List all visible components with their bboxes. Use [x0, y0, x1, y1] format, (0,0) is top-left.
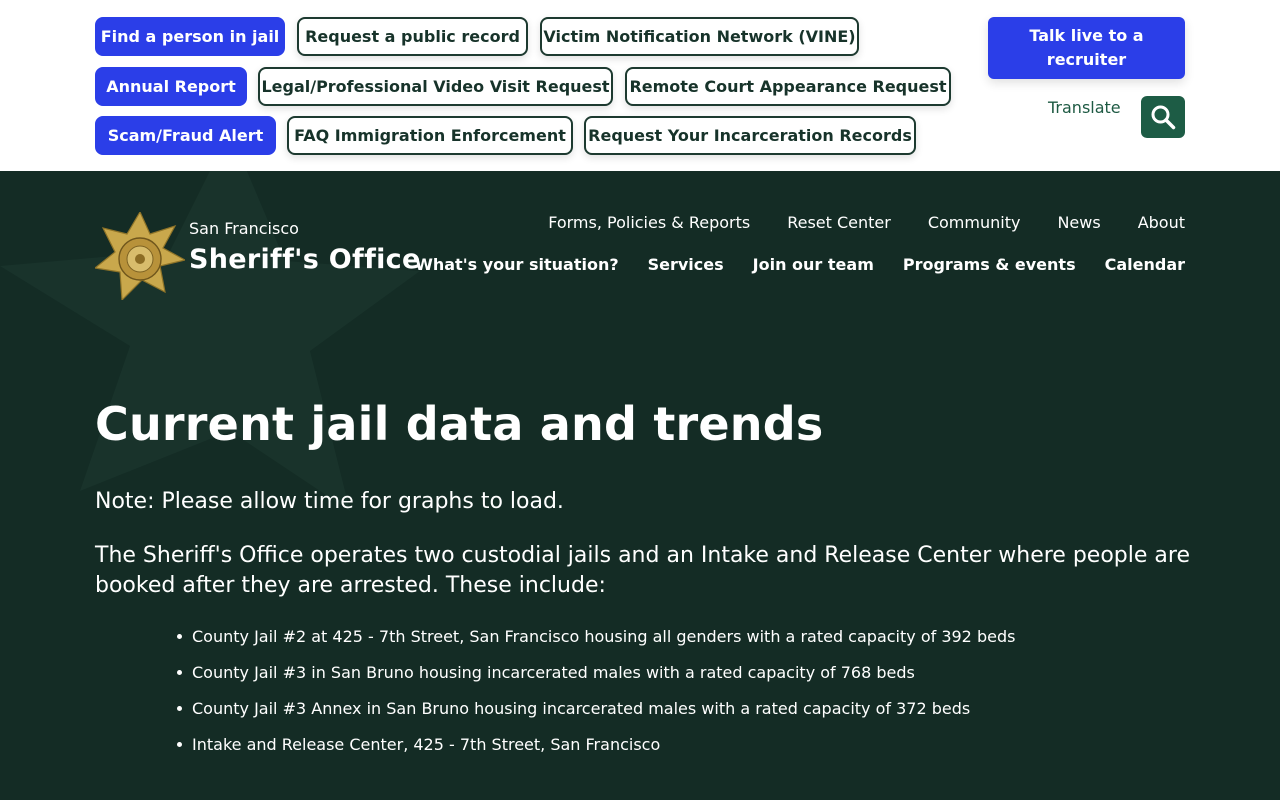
- nav-reset-center[interactable]: Reset Center: [787, 213, 891, 232]
- secondary-nav: Forms, Policies & Reports Reset Center C…: [548, 213, 1185, 232]
- nav-news[interactable]: News: [1057, 213, 1100, 232]
- primary-nav: What's your situation? Services Join our…: [415, 255, 1185, 274]
- facility-list: County Jail #2 at 425 - 7th Street, San …: [176, 627, 1015, 771]
- remote-court-appearance-button[interactable]: Remote Court Appearance Request: [625, 67, 951, 106]
- search-icon: [1151, 105, 1176, 130]
- org-name[interactable]: Sheriff's Office: [189, 244, 421, 275]
- nav-whats-your-situation[interactable]: What's your situation?: [415, 255, 618, 274]
- nav-join-our-team[interactable]: Join our team: [753, 255, 874, 274]
- list-item: County Jail #2 at 425 - 7th Street, San …: [176, 627, 1015, 663]
- vine-button[interactable]: Victim Notification Network (VINE): [540, 17, 859, 56]
- video-visit-request-button[interactable]: Legal/Professional Video Visit Request: [258, 67, 613, 106]
- nav-calendar[interactable]: Calendar: [1105, 255, 1185, 274]
- annual-report-button[interactable]: Annual Report: [95, 67, 247, 106]
- translate-link[interactable]: Translate: [1048, 98, 1121, 117]
- utility-bar: Find a person in jail Request a public r…: [0, 0, 1280, 171]
- find-person-in-jail-button[interactable]: Find a person in jail: [95, 17, 285, 56]
- recruiter-label: Talk live to a recruiter: [1029, 26, 1144, 69]
- talk-to-recruiter-button[interactable]: Talk live to a recruiter: [988, 17, 1185, 79]
- sheriff-badge-icon[interactable]: [95, 212, 185, 300]
- nav-services[interactable]: Services: [648, 255, 724, 274]
- nav-community[interactable]: Community: [928, 213, 1021, 232]
- org-city[interactable]: San Francisco: [189, 219, 299, 238]
- list-item: County Jail #3 Annex in San Bruno housin…: [176, 699, 1015, 735]
- nav-forms-policies-reports[interactable]: Forms, Policies & Reports: [548, 213, 750, 232]
- scam-fraud-alert-button[interactable]: Scam/Fraud Alert: [95, 116, 276, 155]
- page-title: Current jail data and trends: [95, 397, 824, 451]
- hero-section: San Francisco Sheriff's Office Forms, Po…: [0, 171, 1280, 800]
- intro-paragraph: The Sheriff's Office operates two custod…: [95, 543, 1190, 598]
- list-item: County Jail #3 in San Bruno housing inca…: [176, 663, 1015, 699]
- nav-about[interactable]: About: [1138, 213, 1185, 232]
- search-button[interactable]: [1141, 96, 1185, 138]
- request-public-record-button[interactable]: Request a public record: [297, 17, 528, 56]
- faq-immigration-button[interactable]: FAQ Immigration Enforcement: [287, 116, 573, 155]
- list-item: Intake and Release Center, 425 - 7th Str…: [176, 735, 1015, 771]
- nav-programs-events[interactable]: Programs & events: [903, 255, 1076, 274]
- request-incarceration-records-button[interactable]: Request Your Incarceration Records: [584, 116, 916, 155]
- loading-note: Note: Please allow time for graphs to lo…: [95, 489, 564, 514]
